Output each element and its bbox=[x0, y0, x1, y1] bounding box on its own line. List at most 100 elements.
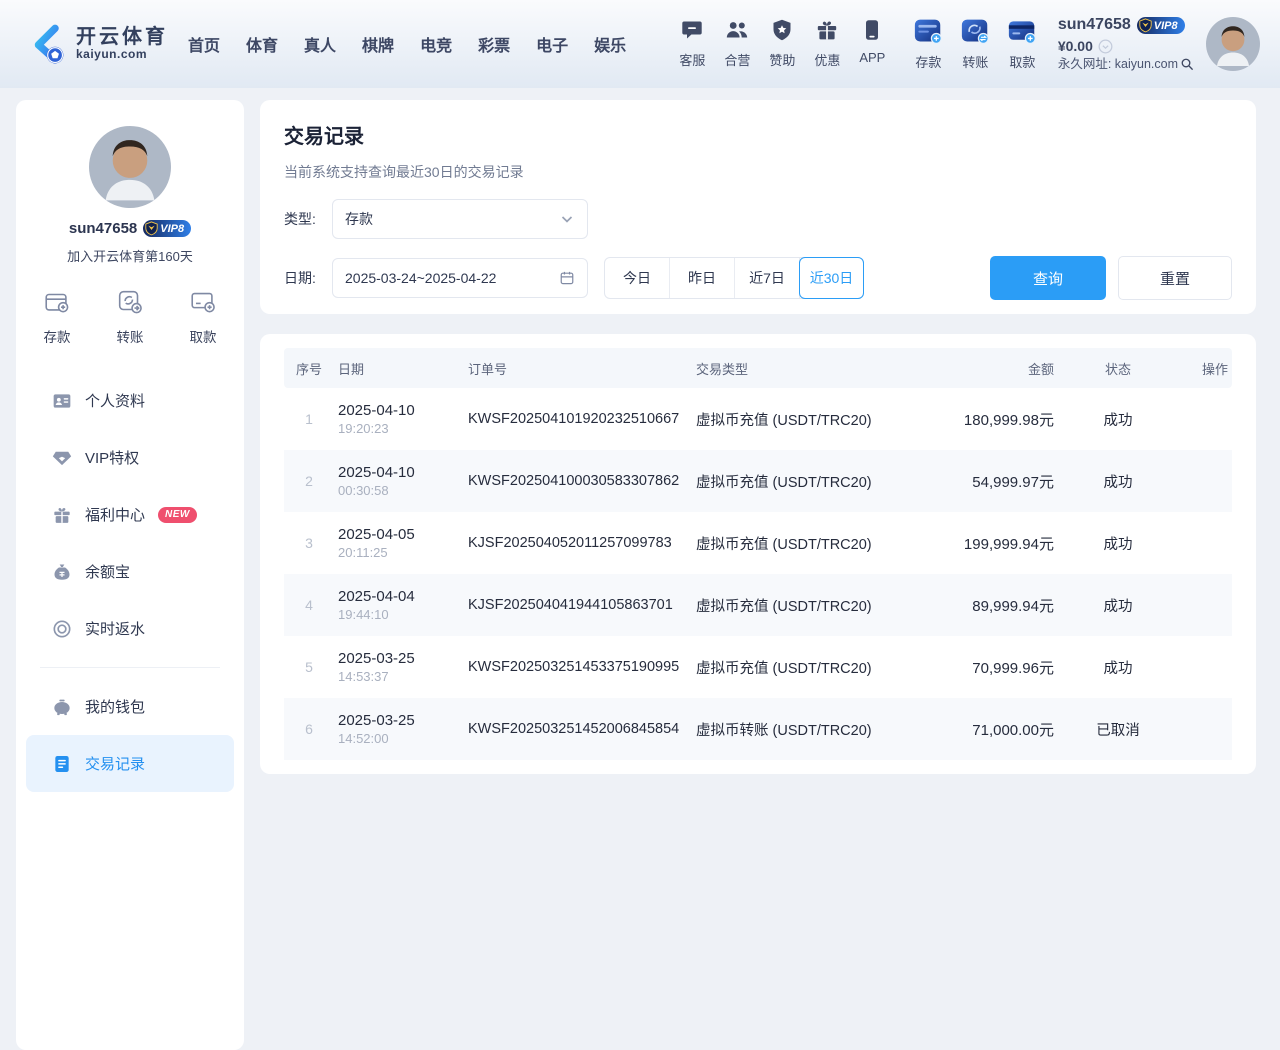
calendar-icon bbox=[559, 270, 575, 286]
quick-link-partners[interactable]: 合营 bbox=[715, 18, 760, 69]
sidebar-item-label: 实时返水 bbox=[85, 618, 145, 639]
cell-type: 虚拟币转账 (USDT/TRC20) bbox=[692, 719, 908, 740]
wallet-links: 存款转账取款 bbox=[905, 17, 1046, 71]
wallet-link-label: 取款 bbox=[1009, 52, 1035, 71]
vip-icon bbox=[52, 448, 72, 468]
nav-item-5[interactable]: 彩票 bbox=[478, 32, 510, 56]
quick-link-label: 客服 bbox=[679, 50, 705, 69]
nav-item-7[interactable]: 娱乐 bbox=[594, 32, 626, 56]
nav-item-1[interactable]: 体育 bbox=[246, 32, 278, 56]
sidebar-menu-primary: 个人资料 VIP特权福利中心 NEW 余额宝实时返水 bbox=[26, 372, 234, 657]
sidebar-item-records[interactable]: 交易记录 bbox=[26, 735, 234, 792]
cell-type: 虚拟币充值 (USDT/TRC20) bbox=[692, 533, 908, 554]
cell-time-value: 20:11:25 bbox=[338, 545, 460, 560]
sidebar-item-label: VIP特权 bbox=[85, 447, 139, 468]
search-icon[interactable] bbox=[1180, 57, 1194, 71]
nav-item-2[interactable]: 真人 bbox=[304, 32, 336, 56]
user-block: sun47658 VIP8 ¥0.00 永久网址: kaiyun.com bbox=[1058, 15, 1194, 72]
cell-status: 成功 bbox=[1058, 533, 1178, 554]
cell-date: 2025-04-1000:30:58 bbox=[334, 464, 464, 498]
brand-name: 开云体育 bbox=[76, 26, 168, 48]
main-content: 交易记录 当前系统支持查询最近30日的交易记录 类型: 存款 日期: 2025-… bbox=[260, 100, 1256, 774]
sidebar: sun47658 VIP8 加入开云体育第160天 存款转账取款 个人资料 VIP… bbox=[16, 100, 244, 1050]
quick-link-app[interactable]: APP bbox=[850, 18, 895, 69]
reset-button[interactable]: 重置 bbox=[1118, 256, 1232, 300]
sidebar-item-welfare[interactable]: 福利中心 NEW bbox=[26, 486, 234, 543]
table-row: 12025-04-1019:20:23KWSF20250410192023251… bbox=[284, 388, 1232, 450]
date-range-input[interactable]: 2025-03-24~2025-04-22 bbox=[332, 258, 588, 298]
sidebar-item-profile[interactable]: 个人资料 bbox=[26, 372, 234, 429]
cell-type: 虚拟币充值 (USDT/TRC20) bbox=[692, 409, 908, 430]
vip-shield-icon bbox=[144, 221, 159, 236]
search-button[interactable]: 查询 bbox=[990, 256, 1106, 300]
transfer-3d-icon bbox=[960, 17, 990, 50]
cell-date-value: 2025-04-10 bbox=[338, 464, 460, 481]
side-action-wallet[interactable]: 存款 bbox=[42, 287, 72, 346]
withdraw-3d-icon bbox=[1007, 17, 1037, 50]
join-days-text: 加入开云体育第160天 bbox=[16, 246, 244, 265]
sidebar-item-rebate[interactable]: 实时返水 bbox=[26, 600, 234, 657]
column-header-4: 金额 bbox=[908, 359, 1058, 378]
rebate-icon bbox=[52, 619, 72, 639]
sidebar-item-label: 我的钱包 bbox=[85, 696, 145, 717]
cell-date-value: 2025-03-25 bbox=[338, 712, 460, 729]
welfare-icon bbox=[52, 505, 72, 525]
refresh-balance-icon[interactable] bbox=[1098, 39, 1113, 54]
cell-date-value: 2025-04-04 bbox=[338, 588, 460, 605]
wallet-link-withdraw[interactable]: 取款 bbox=[999, 17, 1046, 71]
main-nav: 首页 体育 真人 棋牌 电竞 彩票 电子 娱乐 bbox=[188, 32, 626, 56]
cell-order-no: KWSF202504101920232510667 bbox=[464, 411, 692, 427]
range-button-0[interactable]: 今日 bbox=[605, 258, 670, 298]
sidebar-avatar[interactable] bbox=[89, 126, 171, 208]
header-avatar[interactable] bbox=[1206, 17, 1260, 71]
sidebar-quick-actions: 存款转账取款 bbox=[16, 287, 244, 346]
range-button-2[interactable]: 近7日 bbox=[735, 258, 800, 298]
nav-item-6[interactable]: 电子 bbox=[536, 32, 568, 56]
cell-date: 2025-03-2514:52:00 bbox=[334, 712, 464, 746]
wallet-menu-icon bbox=[52, 697, 72, 717]
sidebar-item-label: 余额宝 bbox=[85, 561, 130, 582]
nav-item-3[interactable]: 棋牌 bbox=[362, 32, 394, 56]
cell-date-value: 2025-04-10 bbox=[338, 402, 460, 419]
quick-link-sponsor[interactable]: 赞助 bbox=[760, 18, 805, 69]
sidebar-username: sun47658 bbox=[69, 220, 137, 237]
header-right: 客服合营赞助优惠 APP 存款转账取款 sun47658 VIP8 ¥0.00 永… bbox=[670, 15, 1260, 72]
sidebar-item-vip[interactable]: VIP特权 bbox=[26, 429, 234, 486]
wallet-link-label: 存款 bbox=[915, 52, 941, 71]
sidebar-menu-secondary: 我的钱包交易记录 bbox=[26, 678, 234, 792]
balance-value: ¥0.00 bbox=[1058, 37, 1093, 55]
wallet-link-transfer[interactable]: 转账 bbox=[952, 17, 999, 71]
sidebar-item-label: 个人资料 bbox=[85, 390, 145, 411]
wallet-outline-icon bbox=[42, 287, 72, 320]
sidebar-item-yuebao[interactable]: 余额宝 bbox=[26, 543, 234, 600]
cell-amount: 199,999.94元 bbox=[908, 533, 1058, 554]
quick-link-label: 合营 bbox=[724, 50, 750, 69]
cell-order-no: KJSF202504052011257099783 bbox=[464, 535, 692, 551]
sidebar-item-label: 交易记录 bbox=[85, 753, 145, 774]
cell-type: 虚拟币充值 (USDT/TRC20) bbox=[692, 595, 908, 616]
range-button-1[interactable]: 昨日 bbox=[670, 258, 735, 298]
quick-link-support[interactable]: 客服 bbox=[670, 18, 715, 69]
type-select[interactable]: 存款 bbox=[332, 199, 588, 239]
brand-logo[interactable]: 开云体育 kaiyun.com bbox=[20, 20, 168, 68]
vip-shield-icon bbox=[1138, 18, 1153, 33]
cell-index: 4 bbox=[284, 597, 334, 613]
menu-divider bbox=[40, 667, 220, 668]
new-badge: NEW bbox=[158, 507, 197, 523]
side-action-transfer[interactable]: 转账 bbox=[115, 287, 145, 346]
nav-item-4[interactable]: 电竞 bbox=[420, 32, 452, 56]
cell-date: 2025-04-0419:44:10 bbox=[334, 588, 464, 622]
quick-link-label: 优惠 bbox=[814, 50, 840, 69]
nav-item-0[interactable]: 首页 bbox=[188, 32, 220, 56]
sidebar-item-label: 福利中心 bbox=[85, 504, 145, 525]
sidebar-item-wallet-menu[interactable]: 我的钱包 bbox=[26, 678, 234, 735]
range-button-3[interactable]: 近30日 bbox=[799, 257, 864, 299]
cell-amount: 71,000.00元 bbox=[908, 719, 1058, 740]
sidebar-menu: 个人资料 VIP特权福利中心 NEW 余额宝实时返水 我的钱包交易记录 bbox=[16, 372, 244, 792]
cell-order-no: KWSF202503251453375190995 bbox=[464, 659, 692, 675]
wallet-link-deposit[interactable]: 存款 bbox=[905, 17, 952, 71]
side-action-withdraw[interactable]: 取款 bbox=[188, 287, 218, 346]
quick-link-promo[interactable]: 优惠 bbox=[805, 18, 850, 69]
brand-domain: kaiyun.com bbox=[76, 48, 168, 61]
sidebar-vip-badge: VIP8 bbox=[143, 220, 191, 237]
